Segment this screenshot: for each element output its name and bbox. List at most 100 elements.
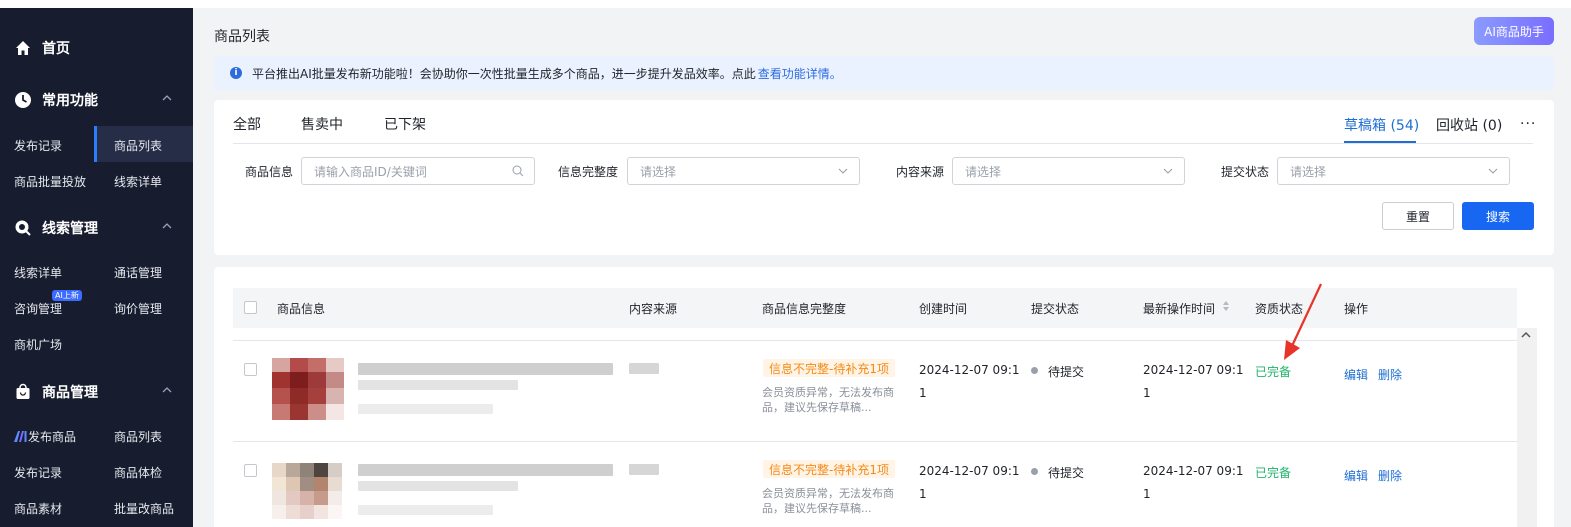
submit-status: 待提交 [1048,466,1085,480]
created-time: 2024-12-07 09:1 [919,464,1020,478]
product-thumbnail[interactable] [272,459,344,521]
product-search-placeholder: 请输入商品ID/关键词 [314,164,427,179]
completeness-desc: 会员资质异常，无法发布商品，建议先保存草稿... [762,386,894,414]
sidebar-section-common[interactable]: 常用功能 [14,90,98,110]
clock-icon [15,92,31,108]
sidebar-section-leads[interactable]: 线索管理 [14,218,98,238]
sidebar-item-lead-detail[interactable]: 线索详单 [114,173,162,190]
product-title-blurred [358,363,613,375]
product-image-blurred [272,459,344,521]
search-button[interactable]: 搜索 [1462,202,1534,230]
sidebar-active-indicator [94,126,97,162]
page-title: 商品列表 [214,29,270,45]
updated-time: 2024-12-07 09:1 [1143,363,1244,377]
col-header-created-time: 创建时间 [919,302,968,316]
sidebar-item-consult-management[interactable]: 咨询管理 [14,300,62,317]
product-title-blurred [358,464,613,476]
table-scrollbar[interactable] [1517,328,1537,527]
sidebar-item-product-list-active[interactable]: 商品列表 [114,137,162,154]
sidebar-section-title: 常用功能 [42,93,98,109]
delete-link[interactable]: 删除 [1378,467,1402,484]
source-select[interactable]: 请选择 [952,157,1185,185]
sidebar-item-lead-detail-2[interactable]: 线索详单 [14,264,62,281]
search-icon [512,165,524,177]
tab-divider [233,143,1533,144]
completeness-select-value: 请选择 [640,164,677,179]
sidebar-section-title: 商品管理 [42,385,98,401]
filter-label-completeness: 信息完整度 [558,165,619,179]
product-search-input[interactable]: 请输入商品ID/关键词 [301,157,535,185]
more-icon[interactable]: ··· [1520,116,1536,132]
qualification-status: 已完备 [1255,365,1292,379]
tab-off-shelf[interactable]: 已下架 [384,114,426,134]
chevron-up-icon[interactable] [162,221,172,231]
product-image-blurred [272,358,344,420]
sidebar-item-batch-edit[interactable]: 批量改商品 [114,500,174,517]
completeness-tag: 信息不完整-待补充1项 [763,359,895,377]
completeness-tag: 信息不完整-待补充1项 [763,460,895,478]
chevron-up-icon[interactable] [162,385,172,395]
created-time-cont: 1 [919,487,927,501]
submit-status: 待提交 [1048,365,1085,379]
created-time: 2024-12-07 09:1 [919,363,1020,377]
sidebar: 首页 常用功能 发布记录 商品列表 商品批量投放 线索详单 线索管理 线索详单 … [0,0,193,527]
sidebar-home-label: 首页 [42,41,70,57]
sort-icon[interactable] [1221,299,1231,313]
ai-icon [14,431,27,442]
col-header-product-info: 商品信息 [277,302,326,316]
tab-on-sale[interactable]: 售卖中 [301,114,343,134]
notice-text: 平台推出AI批量发布新功能啦！会协助你一次性批量生成多个商品，进一步提升发品效率… [252,66,756,81]
sidebar-item-product-material[interactable]: 商品素材 [14,500,62,517]
info-icon: i [230,67,242,79]
status-dot [1031,367,1038,374]
row-checkbox[interactable] [244,464,257,477]
scroll-up-icon[interactable] [1521,330,1531,340]
product-thumbnail[interactable] [272,358,344,420]
col-header-updated-time[interactable]: 最新操作时间 [1143,300,1215,317]
product-subtitle-blurred [358,481,518,491]
home-icon [16,41,30,55]
notice-link[interactable]: 查看功能详情。 [758,65,842,82]
reset-button[interactable]: 重置 [1382,202,1454,230]
sidebar-item-home[interactable]: 首页 [14,38,70,58]
filter-label-product-info: 商品信息 [245,165,294,179]
sidebar-item-batch-delivery[interactable]: 商品批量投放 [14,173,86,190]
product-meta-blurred [358,505,493,515]
tab-drafts[interactable]: 草稿箱 (54) [1344,115,1419,135]
tab-recycle-bin[interactable]: 回收站 (0) [1436,115,1502,135]
active-tab-underline [1344,141,1416,143]
updated-time-cont: 1 [1143,487,1151,501]
chevron-down-icon [838,168,848,174]
row-checkbox[interactable] [244,363,257,376]
col-header-source: 内容来源 [629,302,678,316]
source-blurred [629,464,659,475]
sidebar-item-product-checkup[interactable]: 商品体检 [114,464,162,481]
chevron-up-icon[interactable] [162,93,172,103]
product-meta-blurred [358,404,493,414]
sidebar-item-publish-record[interactable]: 发布记录 [14,137,62,154]
sidebar-item-call-management[interactable]: 通话管理 [114,264,162,281]
sidebar-item-inquiry-management[interactable]: 询价管理 [114,300,162,317]
ai-assistant-button[interactable]: AI商品助手 [1474,17,1554,45]
sidebar-item-product-list[interactable]: 商品列表 [114,428,162,445]
source-blurred [629,363,659,374]
notice-banner: i 平台推出AI批量发布新功能啦！会协助你一次性批量生成多个商品，进一步提升发品… [214,56,1554,90]
delete-link[interactable]: 删除 [1378,366,1402,383]
tab-all[interactable]: 全部 [233,114,261,134]
sidebar-item-opportunity-square[interactable]: 商机广场 [14,336,62,353]
sidebar-item-publish-record-2[interactable]: 发布记录 [14,464,62,481]
sidebar-section-products[interactable]: 商品管理 [14,382,98,402]
source-select-value: 请选择 [965,164,1002,179]
product-subtitle-blurred [358,380,518,390]
completeness-select[interactable]: 请选择 [627,157,860,185]
select-all-checkbox[interactable] [244,301,257,314]
sidebar-item-label: 发布商品 [28,430,77,444]
edit-link[interactable]: 编辑 [1344,366,1368,383]
search-bubble-icon [15,220,31,236]
edit-link[interactable]: 编辑 [1344,467,1368,484]
qualification-status: 已完备 [1255,466,1292,480]
submit-status-select[interactable]: 请选择 [1277,157,1510,185]
sidebar-item-publish-product[interactable]: 发布商品 [14,428,76,445]
created-time-cont: 1 [919,386,927,400]
updated-time-cont: 1 [1143,386,1151,400]
